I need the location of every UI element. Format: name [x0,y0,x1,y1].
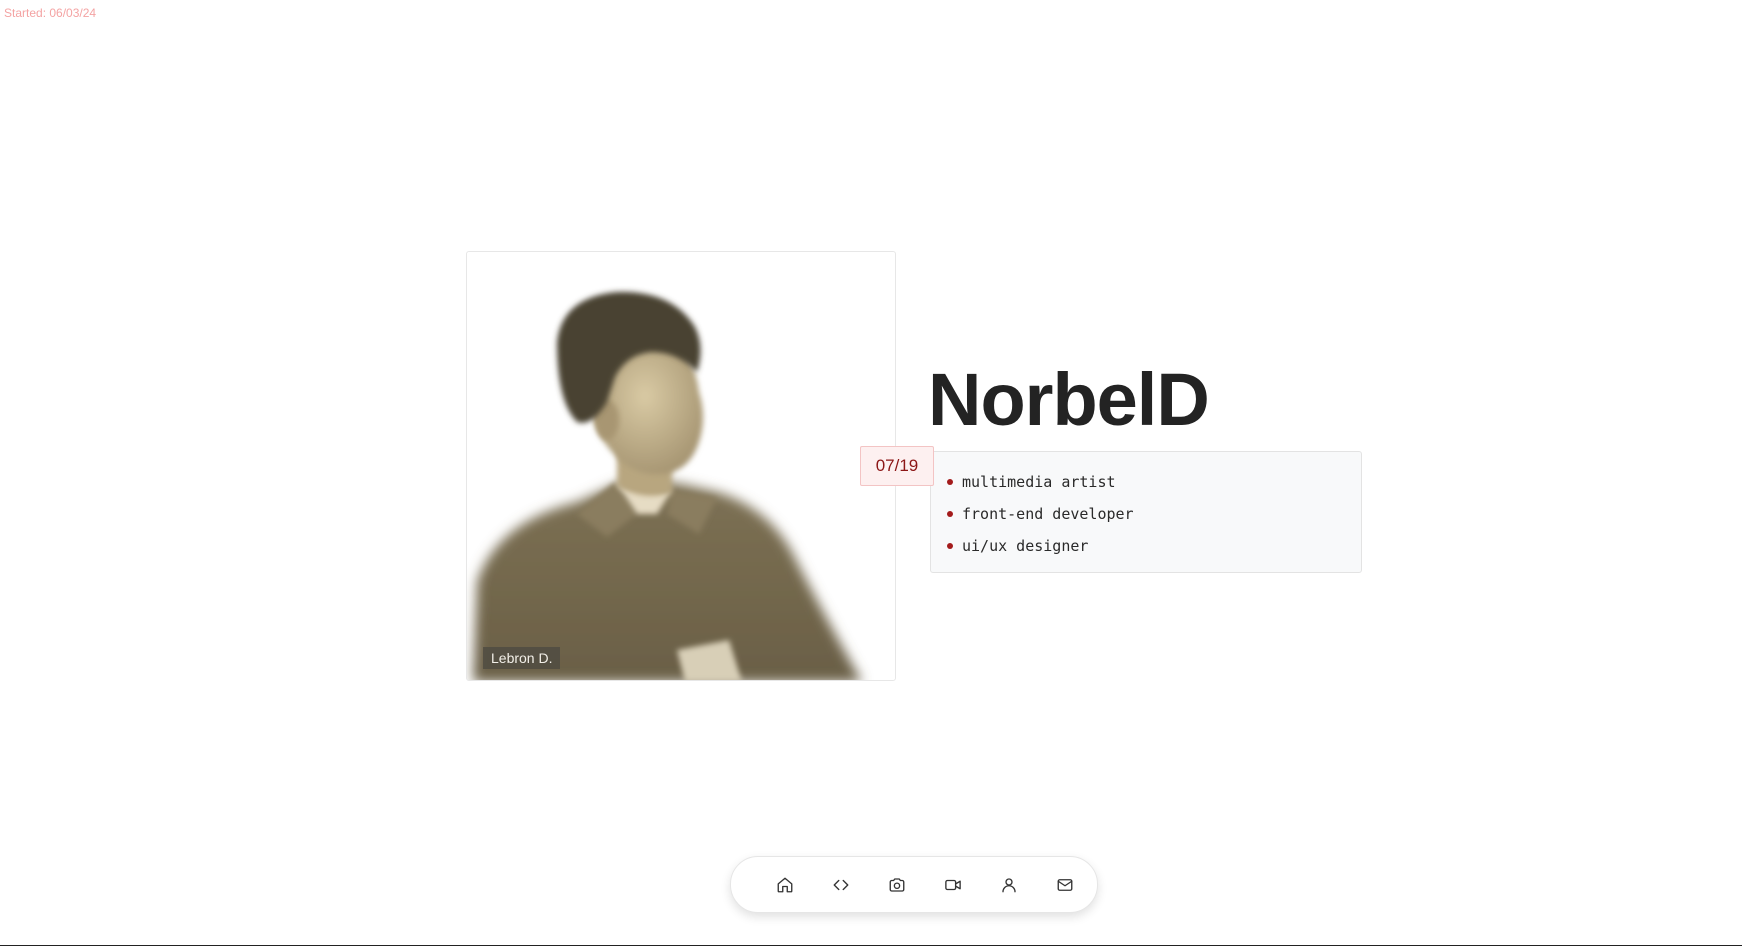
date-badge: 07/19 [860,446,934,486]
nav-code-button[interactable] [813,865,869,905]
nav-mail-button[interactable] [1037,865,1093,905]
name-title: NorbelD [928,358,1210,441]
nav-home-button[interactable] [757,865,813,905]
bullet-dot-icon [947,543,953,549]
roles-list: multimedia artist front-end developer ui… [947,466,1361,562]
video-icon [945,879,961,890]
role-item: ui/ux designer [947,530,1361,562]
user-icon [1002,877,1016,892]
profile-photo [473,291,861,680]
code-icon [833,879,849,890]
roles-list-box: multimedia artist front-end developer ui… [930,451,1362,573]
role-text: ui/ux designer [962,537,1089,555]
started-date-label: Started: 06/03/24 [4,6,97,20]
nav-camera-button[interactable] [869,865,925,905]
nav-video-button[interactable] [925,865,981,905]
nav-profile-button[interactable] [981,865,1037,905]
photo-caption: Lebron D. [483,647,561,669]
bottom-nav-dock [730,856,1098,913]
role-item: front-end developer [947,498,1361,530]
bullet-dot-icon [947,511,953,517]
camera-icon [889,877,905,892]
role-text: multimedia artist [962,473,1116,491]
bullet-dot-icon [947,479,953,485]
role-item: multimedia artist [947,466,1361,498]
home-icon [777,877,793,892]
profile-photo-card: Lebron D. [466,251,896,681]
role-text: front-end developer [962,505,1134,523]
mail-icon [1057,878,1073,891]
